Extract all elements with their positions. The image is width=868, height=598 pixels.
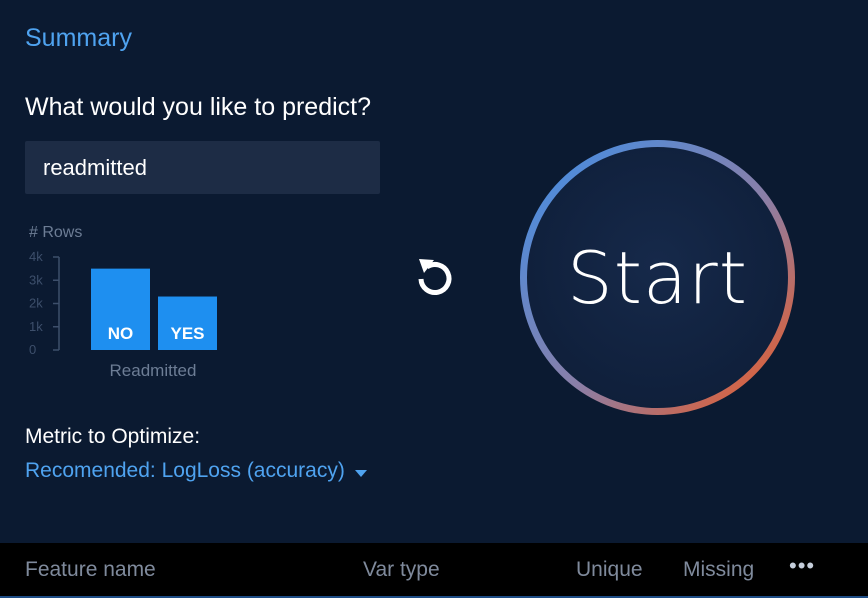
- metric-selected-value: Recomended: LogLoss (accuracy): [25, 459, 345, 482]
- metric-label: Metric to Optimize:: [25, 425, 201, 448]
- bar-label-yes: YES: [170, 324, 204, 343]
- y-tick-label: 2k: [29, 296, 43, 311]
- chart-y-axis: 4k 3k 2k 1k 0: [29, 249, 60, 357]
- column-header-missing[interactable]: Missing: [683, 558, 754, 582]
- y-tick-label: 4k: [29, 249, 43, 264]
- start-label: Start: [567, 235, 748, 320]
- bar-label-no: NO: [108, 324, 134, 343]
- start-button[interactable]: Start: [519, 137, 796, 418]
- x-axis-title: Readmitted: [110, 361, 197, 380]
- reset-button[interactable]: [407, 249, 463, 305]
- y-tick-label: 1k: [29, 319, 43, 334]
- rotate-ccw-icon: [418, 259, 452, 295]
- metric-dropdown[interactable]: Recomended: LogLoss (accuracy): [25, 459, 367, 483]
- chevron-down-icon: [354, 469, 367, 477]
- y-tick-label: 3k: [29, 272, 43, 287]
- rows-chart: 4k 3k 2k 1k 0 NO YES Readmitted: [29, 249, 217, 380]
- column-header-feature-name[interactable]: Feature name: [25, 558, 156, 582]
- feature-table-header: Feature name Var type Unique Missing •••: [0, 543, 868, 598]
- more-options-icon[interactable]: •••: [789, 553, 815, 579]
- y-tick-label: 0: [29, 342, 36, 357]
- column-header-var-type[interactable]: Var type: [363, 558, 440, 582]
- column-header-unique[interactable]: Unique: [576, 558, 643, 582]
